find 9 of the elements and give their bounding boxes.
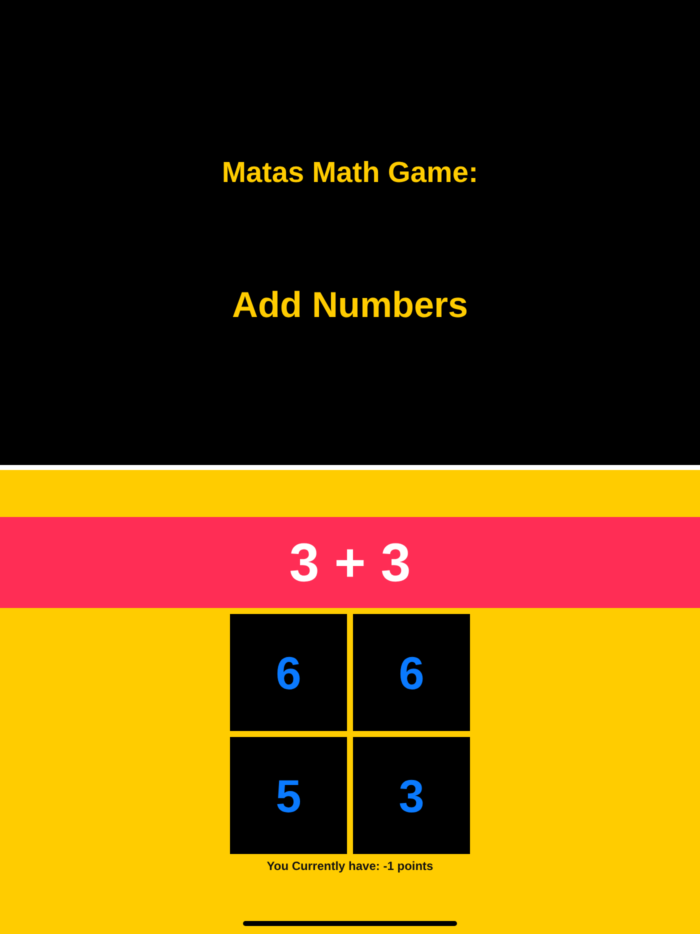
answer-button[interactable]: 6 [353,614,470,731]
answer-button[interactable]: 5 [230,737,347,854]
game-title: Matas Math Game: [222,157,478,190]
answer-button[interactable]: 6 [230,614,347,731]
answer-button[interactable]: 3 [353,737,470,854]
score-text: You Currently have: -1 points [266,859,434,873]
game-mode-title: Add Numbers [232,284,468,326]
question-banner: 3 + 3 [0,517,700,608]
home-indicator[interactable] [243,921,457,926]
